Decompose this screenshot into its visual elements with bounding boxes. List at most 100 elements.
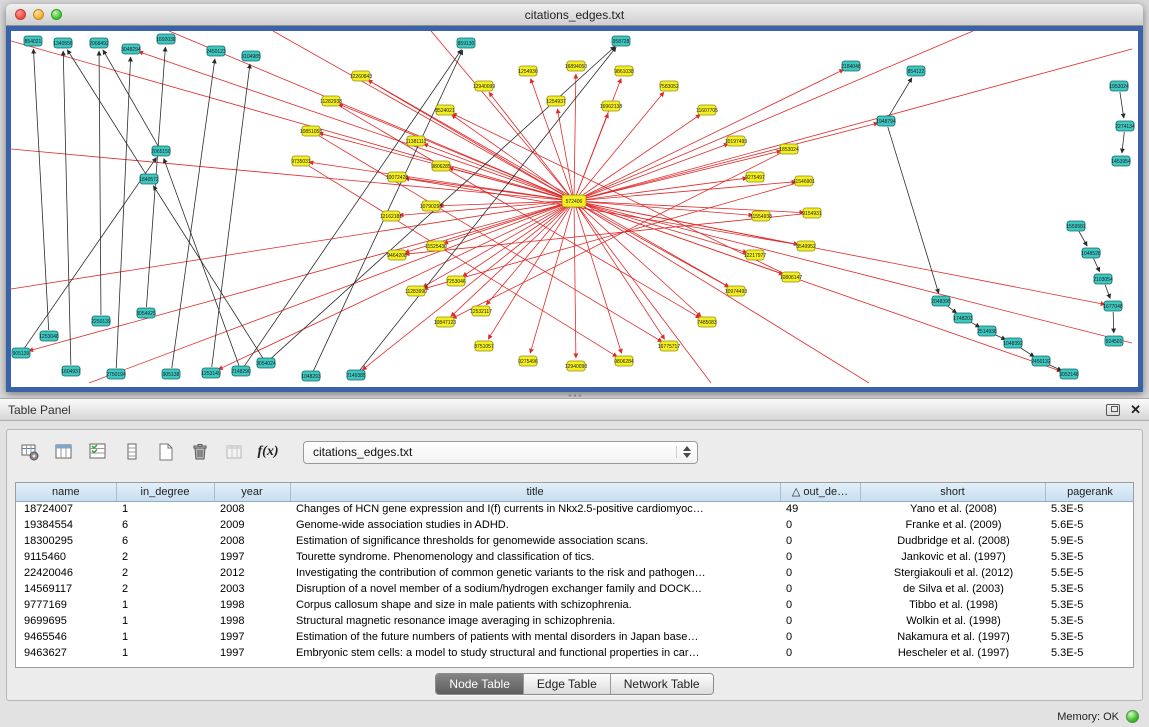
graph-node[interactable]: 2103054: [1093, 274, 1113, 284]
graph-node[interactable]: 10974493: [725, 286, 747, 296]
graph-node[interactable]: 2065150: [151, 146, 171, 156]
graph-node[interactable]: 11607705: [696, 105, 718, 115]
graph-node[interactable]: 1559581: [1066, 221, 1086, 231]
table-row[interactable]: 1872400712008Changes of HCN gene express…: [16, 501, 1134, 517]
graph-node[interactable]: 12940099: [473, 81, 495, 91]
graph-node[interactable]: 11525430: [425, 241, 447, 251]
graph-node[interactable]: 7583052: [659, 81, 679, 91]
graph-node[interactable]: 1453954: [1111, 156, 1131, 166]
graph-node[interactable]: 8549952: [796, 241, 816, 251]
graph-node[interactable]: 12532117: [470, 306, 492, 316]
tab-node-table[interactable]: Node Table: [436, 674, 524, 694]
graph-node[interactable]: 2250139: [91, 316, 111, 326]
graph-node[interactable]: 11381111: [406, 136, 427, 146]
graph-node[interactable]: 7485083: [697, 317, 717, 327]
network-view[interactable]: 572406 11554938 12217977 10974493 7485083 167…: [6, 26, 1143, 392]
graph-node[interactable]: 1254937: [546, 96, 566, 106]
graph-node[interactable]: 572406: [562, 195, 586, 207]
graph-node[interactable]: 16775717: [658, 341, 680, 351]
graph-node[interactable]: 10806147: [780, 272, 802, 282]
column-header-short[interactable]: short: [860, 483, 1045, 501]
graph-node[interactable]: 2148290: [231, 366, 251, 376]
table-row[interactable]: 1830029562008Estimation of significance …: [16, 533, 1134, 549]
graph-node[interactable]: 3048294: [121, 44, 141, 54]
table-row[interactable]: 911546021997Tourette syndrome. Phenomeno…: [16, 549, 1134, 565]
graph-node[interactable]: 9154931: [802, 208, 822, 218]
graph-node[interactable]: 1840572: [139, 174, 159, 184]
graph-node[interactable]: 12162181: [380, 211, 402, 221]
graph-node[interactable]: 12260843: [350, 71, 372, 81]
graph-node[interactable]: 11554938: [750, 211, 772, 221]
graph-node[interactable]: 1048293: [301, 371, 321, 381]
graph-node[interactable]: 9861038: [614, 66, 634, 76]
graph-node[interactable]: 1604937: [61, 366, 81, 376]
graph-node[interactable]: 2068492: [89, 38, 109, 48]
graph-node[interactable]: 1340556: [53, 38, 73, 48]
graph-node[interactable]: 1692038: [156, 34, 176, 44]
graph-node[interactable]: 3052148: [1059, 369, 1079, 379]
graph-node[interactable]: 905138: [162, 369, 180, 379]
network-window-titlebar[interactable]: citations_edges.txt: [6, 4, 1143, 26]
graph-node[interactable]: 7253046: [446, 276, 466, 286]
graph-node[interactable]: 905139: [12, 348, 30, 358]
graph-node[interactable]: 12940098: [565, 361, 587, 371]
graph-node[interactable]: 9464208: [387, 250, 407, 260]
graph-node[interactable]: 2274134: [1115, 121, 1135, 131]
new-table-icon[interactable]: [153, 439, 179, 465]
graph-node[interactable]: 3054925: [136, 308, 156, 318]
graph-node[interactable]: 10072428: [386, 172, 408, 182]
graph-node[interactable]: 1748203: [953, 313, 973, 323]
column-header-title[interactable]: title: [290, 483, 780, 501]
graph-node[interactable]: 16894050: [565, 61, 587, 71]
row-list-icon[interactable]: [119, 439, 145, 465]
table-row[interactable]: 2242004622012Investigating the contribut…: [16, 565, 1134, 581]
graph-node[interactable]: 9275497: [745, 172, 765, 182]
close-panel-icon[interactable]: ✕: [1130, 404, 1141, 416]
splitter-handle[interactable]: [568, 393, 582, 398]
graph-node[interactable]: 3104985: [241, 51, 261, 61]
graph-node[interactable]: 1953024: [1109, 81, 1129, 91]
column-header-pagerank[interactable]: pagerank: [1045, 483, 1134, 501]
graph-node[interactable]: 1677048: [1103, 301, 1123, 311]
graph-node[interactable]: 1853024: [779, 144, 799, 154]
graph-node[interactable]: 1948794: [876, 116, 896, 126]
table-row[interactable]: 1456911722003Disruption of a novel membe…: [16, 581, 1134, 597]
select-rows-icon[interactable]: [85, 439, 111, 465]
graph-node[interactable]: 2514938: [977, 326, 997, 336]
graph-node[interactable]: 2450123: [206, 46, 226, 56]
network-canvas[interactable]: 572406 11554938 12217977 10974493 7485083 167…: [11, 31, 1138, 387]
graph-node[interactable]: 12217977: [744, 250, 766, 260]
graph-node[interactable]: 11282938: [320, 96, 342, 106]
graph-node[interactable]: 2149385: [346, 370, 366, 380]
graph-node[interactable]: 859130: [457, 38, 475, 48]
graph-node[interactable]: 9735031: [291, 156, 311, 166]
table-row[interactable]: 946362711997Embryonic stem cells: a mode…: [16, 645, 1134, 661]
graph-node[interactable]: 10847123: [434, 317, 456, 327]
show-columns-icon[interactable]: [51, 439, 77, 465]
graph-node[interactable]: 854122: [907, 66, 925, 76]
graph-node[interactable]: 2048395: [931, 296, 951, 306]
graph-node[interactable]: 1048528: [1081, 248, 1101, 258]
column-header-name[interactable]: name: [16, 483, 116, 501]
graph-node[interactable]: 11283990: [405, 286, 427, 296]
graph-node[interactable]: 9806284: [614, 356, 634, 366]
table-row[interactable]: 1938455462009Genome-wide association stu…: [16, 517, 1134, 533]
graph-node[interactable]: 11546901: [793, 176, 815, 186]
tab-network-table[interactable]: Network Table: [611, 674, 713, 694]
graph-node[interactable]: 2450132: [1031, 356, 1051, 366]
graph-node[interactable]: 1253048: [39, 331, 59, 341]
graph-node[interactable]: 2184048: [841, 61, 861, 71]
column-header-out_degree[interactable]: △ out_de…: [780, 483, 860, 501]
tab-edge-table[interactable]: Edge Table: [524, 674, 611, 694]
table-row[interactable]: 969969511998Structural magnetic resonanc…: [16, 613, 1134, 629]
delete-table-icon[interactable]: [187, 439, 213, 465]
graph-node[interactable]: 1048392: [1003, 338, 1023, 348]
graph-node[interactable]: 1253149: [201, 368, 221, 378]
graph-node[interactable]: 9275496: [518, 356, 538, 366]
graph-node[interactable]: 924501: [1105, 336, 1123, 346]
graph-node[interactable]: 1254936: [518, 66, 538, 76]
graph-node[interactable]: 3054024: [256, 358, 276, 368]
table-chooser-select[interactable]: citations_edges.txt: [303, 441, 698, 464]
column-header-year[interactable]: year: [214, 483, 290, 501]
graph-node[interactable]: 958728: [612, 36, 630, 46]
